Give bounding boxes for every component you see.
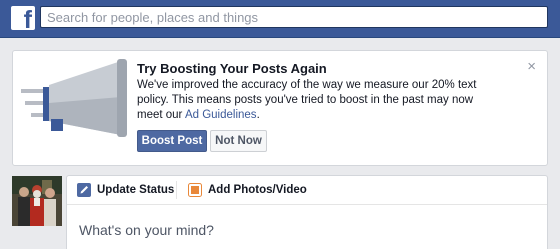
pencil-icon — [77, 183, 91, 197]
promo-body-prefix: meet our — [137, 109, 185, 121]
tab-divider — [176, 181, 177, 199]
close-icon[interactable]: × — [527, 59, 536, 74]
boost-post-button[interactable]: Boost Post — [137, 130, 207, 152]
status-composer: Update Status Add Photos/Video What's on… — [66, 175, 548, 249]
search-input[interactable] — [47, 9, 507, 25]
ad-guidelines-link[interactable]: Ad Guidelines — [185, 109, 257, 121]
boost-promo-card: Try Boosting Your Posts Again We've impr… — [12, 50, 548, 166]
megaphone-icon — [21, 59, 127, 137]
profile-photo — [12, 176, 62, 226]
tab-add-photos-video[interactable]: Add Photos/Video — [188, 176, 307, 204]
composer-tab-bar: Update Status Add Photos/Video — [67, 176, 547, 205]
tab-add-photos-label: Add Photos/Video — [208, 184, 307, 196]
search-box[interactable] — [40, 6, 548, 28]
top-navigation-bar: f — [0, 0, 560, 38]
promo-title: Try Boosting Your Posts Again — [137, 61, 327, 76]
promo-body-line: We've improved the accuracy of the way w… — [137, 79, 477, 91]
promo-body-line: meet our Ad Guidelines. — [137, 108, 527, 123]
not-now-button[interactable]: Not Now — [210, 130, 267, 152]
tab-update-status-label: Update Status — [97, 184, 175, 196]
promo-body-suffix: . — [256, 109, 260, 121]
facebook-logo-letter: f — [23, 6, 32, 34]
photo-icon — [188, 183, 202, 197]
status-input[interactable]: What's on your mind? — [79, 221, 519, 239]
promo-body: We've improved the accuracy of the way w… — [137, 78, 527, 123]
tab-update-status[interactable]: Update Status — [77, 176, 174, 204]
facebook-logo[interactable]: f — [11, 6, 35, 34]
avatar[interactable] — [12, 176, 62, 226]
promo-body-line: policy. This means posts you've tried to… — [137, 94, 474, 106]
